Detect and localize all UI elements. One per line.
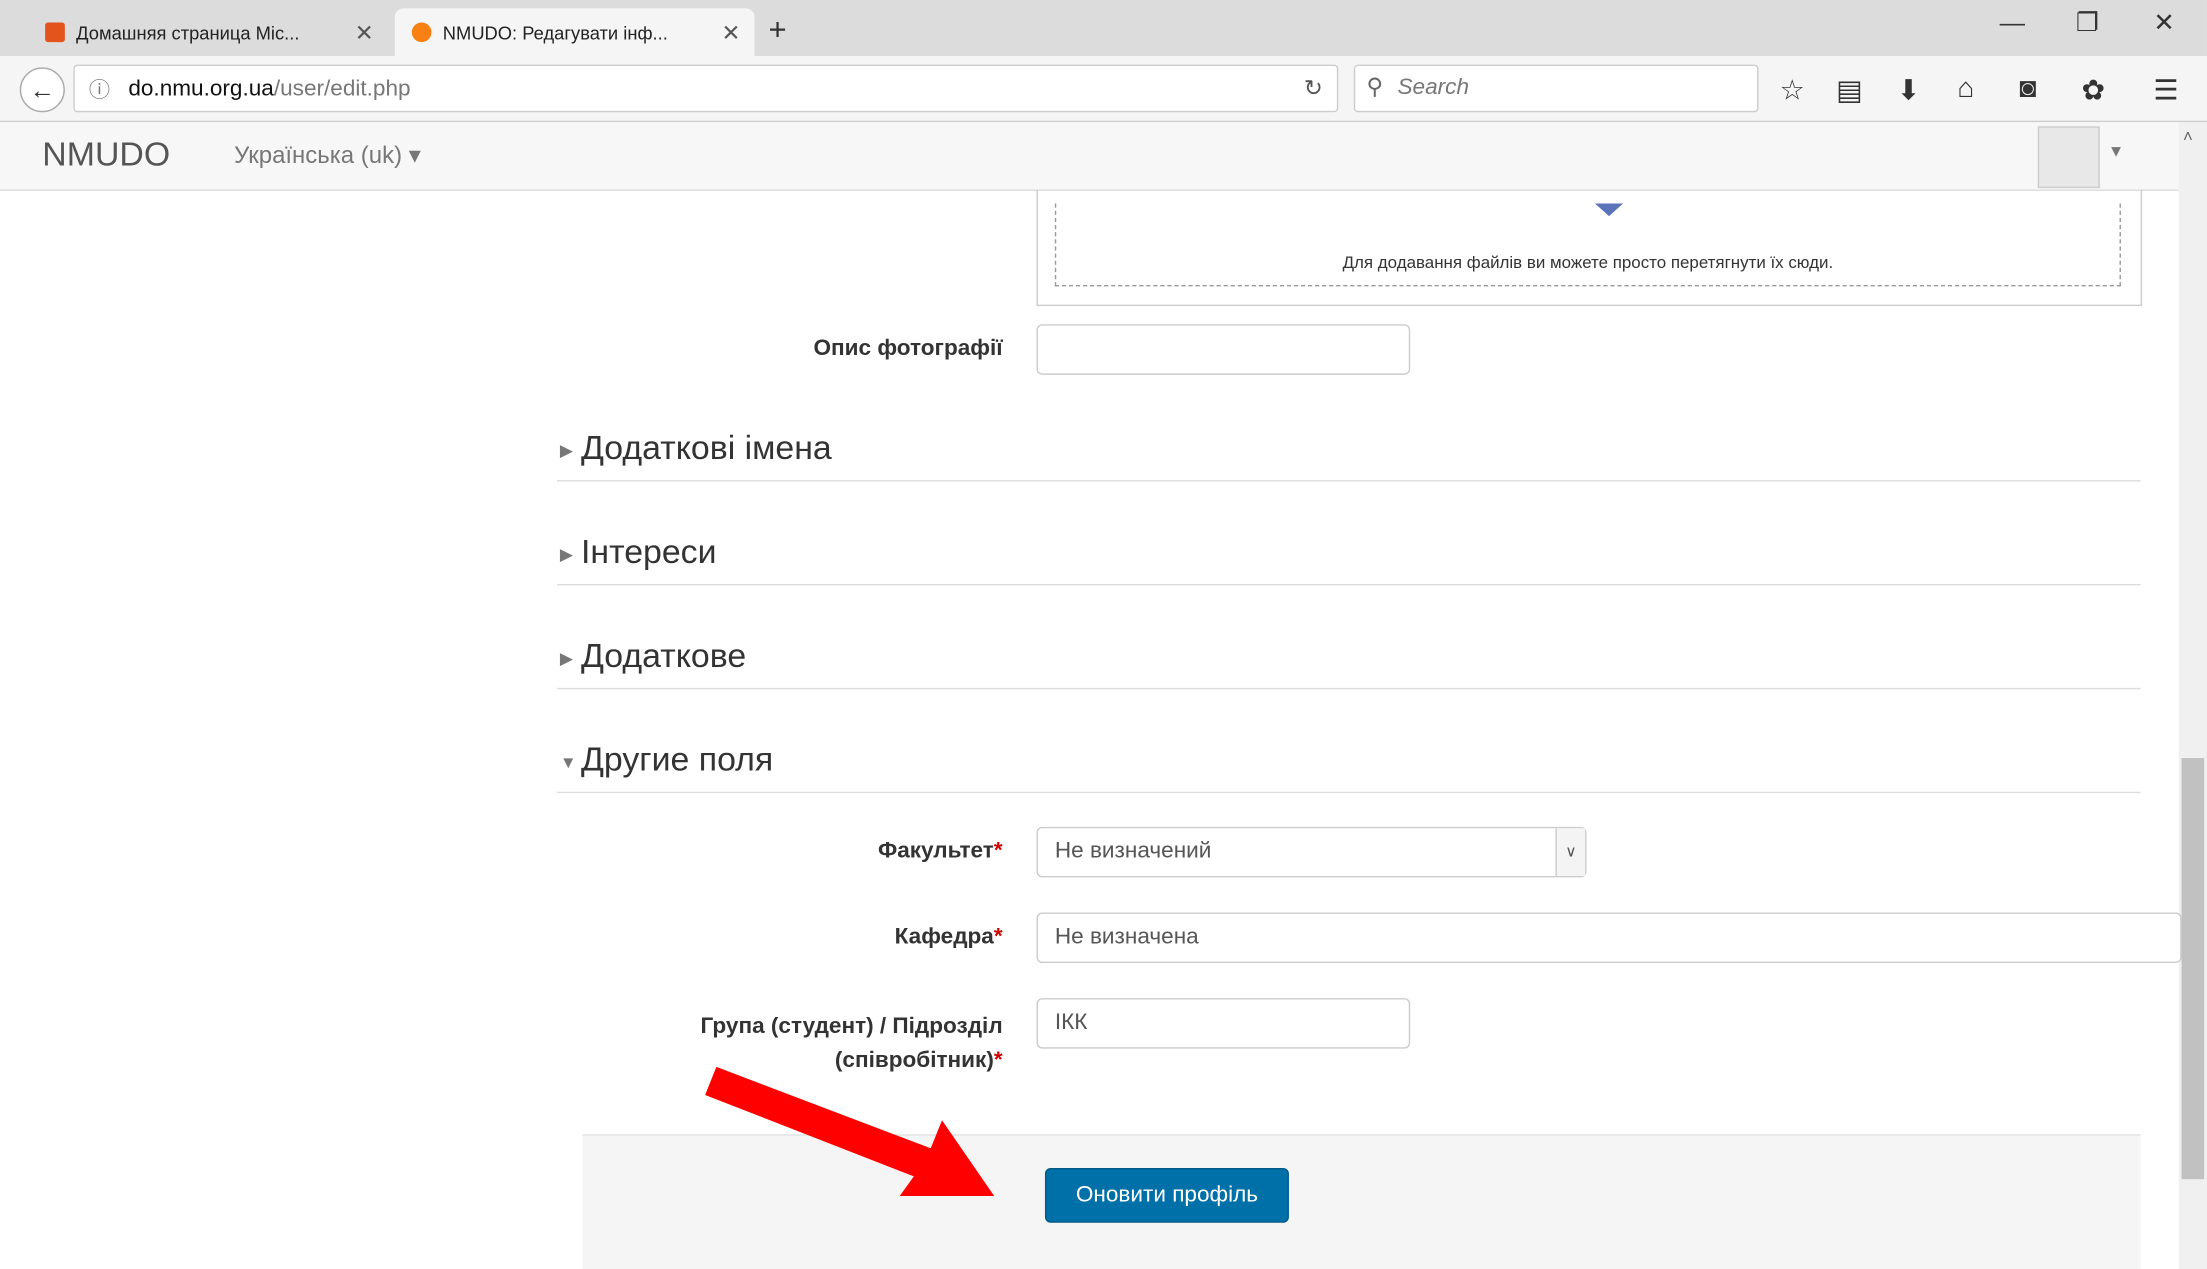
section-title: Інтереси	[581, 533, 717, 572]
pocket-icon[interactable]: ◙	[2019, 73, 2036, 105]
chevron-down-icon[interactable]: ▾	[2111, 139, 2121, 163]
home-icon[interactable]: ⌂	[1957, 73, 1974, 105]
bookmark-star-icon[interactable]: ☆	[1780, 73, 1805, 108]
expand-triangle-icon: ▶	[559, 544, 573, 565]
file-dropzone[interactable]: Для додавання файлів ви можете просто пе…	[1036, 189, 2143, 307]
site-brand[interactable]: NMUDO	[42, 136, 170, 175]
faculty-selected-value: Не визначений	[1054, 839, 1212, 864]
download-icon[interactable]: ⬇	[1897, 73, 1921, 108]
photo-description-label: Опис фотографії	[813, 336, 1003, 361]
office-icon	[45, 22, 65, 43]
close-tab-icon[interactable]: ✕	[721, 20, 740, 48]
upload-arrow-icon	[1594, 203, 1624, 217]
dropzone-text: Для додавання файлів ви можете просто пе…	[1342, 252, 1834, 273]
department-input[interactable]: Не визначена	[1036, 912, 2182, 964]
close-tab-icon[interactable]: ✕	[355, 20, 374, 48]
section-additional-names[interactable]: ▶ Додаткові імена	[557, 424, 2141, 482]
extension-icon[interactable]: ✿	[2081, 73, 2105, 108]
info-icon[interactable]: ⓘ	[89, 74, 110, 103]
tab-label: NMUDO: Редагувати інф...	[442, 21, 668, 43]
update-profile-button[interactable]: Оновити профіль	[1044, 1167, 1289, 1223]
menu-icon[interactable]: ☰	[2153, 73, 2178, 108]
site-header: NMUDO Українська (uk) ▾ ▾	[0, 122, 2179, 191]
section-title: Додаткові імена	[581, 429, 832, 468]
tab-nmudo-edit[interactable]: NMUDO: Редагувати інф... ✕	[394, 8, 755, 57]
group-input[interactable]: ІКК	[1036, 998, 1411, 1049]
chevron-down-icon[interactable]: ∨	[1555, 828, 1586, 876]
tab-label: Домашняя страница Mic...	[76, 21, 300, 43]
reading-list-icon[interactable]: ▤	[1836, 73, 1863, 108]
expand-triangle-icon: ▶	[559, 440, 573, 461]
back-arrow-icon[interactable]: ←	[19, 67, 65, 113]
section-other-fields[interactable]: ▼ Другие поля	[557, 736, 2141, 794]
reload-icon[interactable]: ↻	[1304, 74, 1323, 102]
tab-office-home[interactable]: Домашняя страница Mic... ✕	[28, 8, 388, 56]
scrollbar-thumb[interactable]	[2181, 758, 2205, 1180]
faculty-label: Факультет*	[877, 839, 1003, 864]
annotation-arrow-icon	[705, 1066, 995, 1197]
photo-description-input[interactable]	[1036, 324, 1411, 375]
language-menu[interactable]: Українська (uk) ▾	[234, 142, 421, 170]
section-optional[interactable]: ▶ Додаткове	[557, 632, 2141, 690]
moodle-icon	[411, 22, 432, 43]
scroll-up-icon[interactable]: ˄	[2183, 126, 2193, 146]
section-interests[interactable]: ▶ Інтереси	[557, 528, 2141, 586]
avatar[interactable]	[2037, 126, 2100, 189]
department-label: Кафедра*	[894, 925, 1003, 949]
minimize-icon[interactable]: —	[2000, 8, 2025, 37]
screen: Домашняя страница Mic... ✕ NMUDO: Редагу…	[0, 0, 2207, 1269]
dropzone-inner: Для додавання файлів ви можете просто пе…	[1054, 203, 2121, 287]
collapse-triangle-icon: ▼	[559, 752, 577, 773]
tab-bar: Домашняя страница Mic... ✕ NMUDO: Редагу…	[0, 0, 2207, 57]
annotation-arrow-shape	[705, 1066, 995, 1197]
faculty-select[interactable]: Не визначений ∨	[1036, 826, 1587, 878]
new-tab-icon[interactable]: +	[769, 11, 787, 47]
section-title: Другие поля	[581, 741, 774, 780]
restore-icon[interactable]: ❐	[2076, 8, 2099, 37]
browser-search-input[interactable]: ⚲ Search	[1353, 64, 1759, 113]
expand-triangle-icon: ▶	[559, 648, 573, 669]
address-bar[interactable]: ⓘ do.nmu.org.ua/user/edit.php ↻	[73, 64, 1339, 113]
url-text: do.nmu.org.ua/user/edit.php	[128, 77, 411, 102]
section-title: Додаткове	[581, 637, 747, 676]
navigation-bar: ← ⓘ do.nmu.org.ua/user/edit.php ↻ ⚲ Sear…	[0, 56, 2207, 123]
search-placeholder: Search	[1397, 75, 1470, 100]
close-window-icon[interactable]: ✕	[2153, 8, 2174, 37]
search-icon: ⚲	[1366, 75, 1384, 100]
